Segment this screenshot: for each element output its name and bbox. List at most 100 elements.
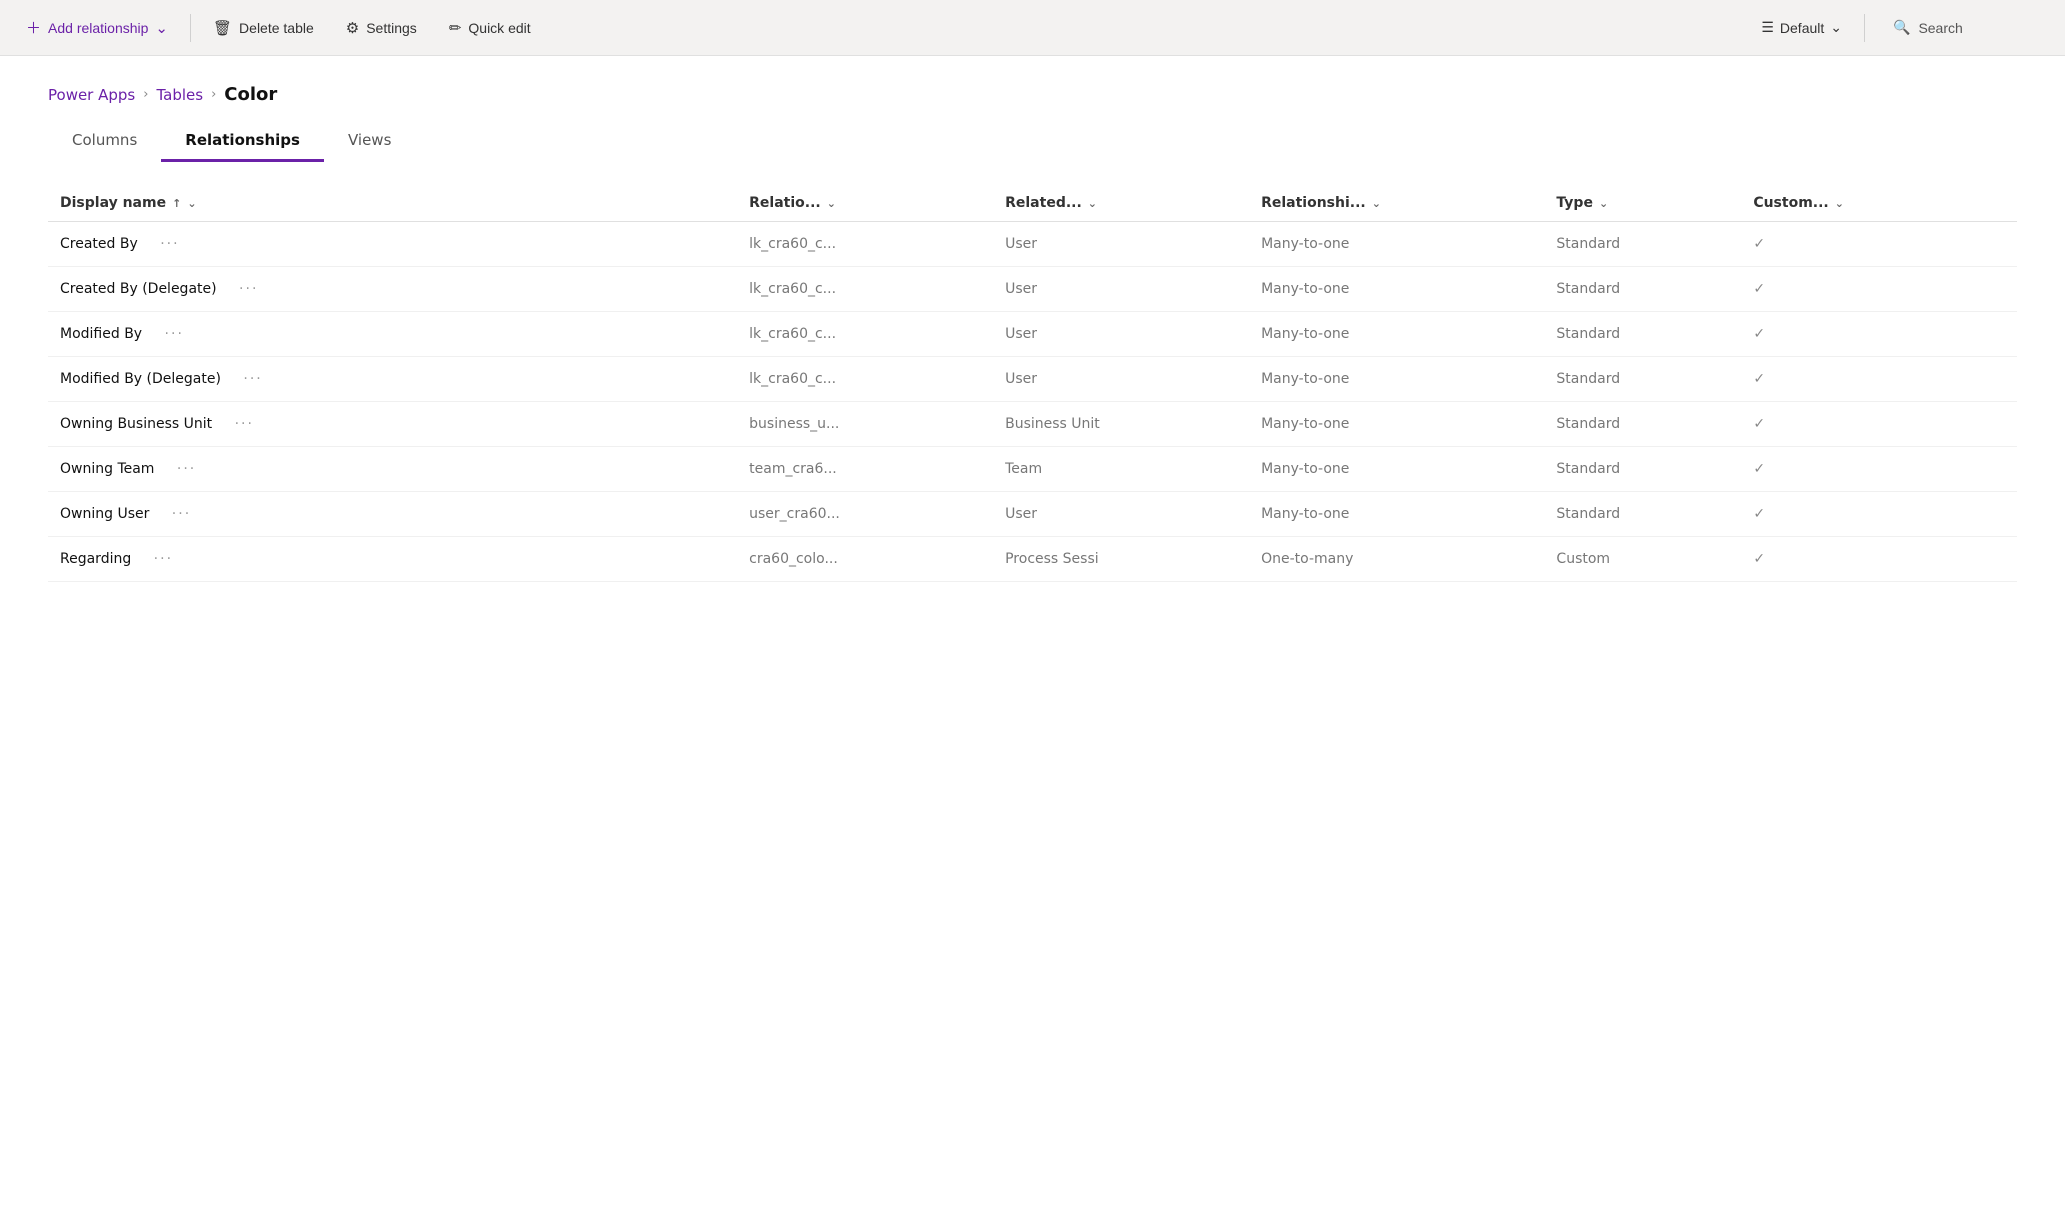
display-name-text: Created By xyxy=(60,236,138,252)
table-row[interactable]: Created By (Delegate) ··· lk_cra60_c...Us… xyxy=(48,267,2017,312)
add-relationship-label: Add relationship xyxy=(48,20,148,36)
table-container: Display name ↑ ⌄ Relatio... ⌄ Related...… xyxy=(0,185,2065,582)
search-icon: 🔍 xyxy=(1893,19,1910,36)
cell-custom: ✓ xyxy=(1741,312,2017,357)
cell-related: User xyxy=(993,312,1249,357)
cell-type: Standard xyxy=(1544,447,1741,492)
cell-relationship: Many-to-one xyxy=(1249,222,1544,267)
cell-relationship: Many-to-one xyxy=(1249,312,1544,357)
toolbar: ＋ Add relationship ⌄ 🗑 Delete table ⚙ Se… xyxy=(0,0,2065,56)
cell-type: Standard xyxy=(1544,267,1741,312)
breadcrumb-tables-link[interactable]: Tables xyxy=(156,86,203,104)
cell-custom: ✓ xyxy=(1741,492,2017,537)
col-relation-label: Relatio... xyxy=(749,195,821,211)
col-header-relation[interactable]: Relatio... ⌄ xyxy=(737,185,993,222)
table-row[interactable]: Owning User ···user_cra60...UserMany-to-… xyxy=(48,492,2017,537)
table-row[interactable]: Modified By ···lk_cra60_c...UserMany-to-… xyxy=(48,312,2017,357)
col-header-type[interactable]: Type ⌄ xyxy=(1544,185,1741,222)
pencil-icon: ✏ xyxy=(449,19,462,37)
table-row[interactable]: Owning Team ···team_cra6...TeamMany-to-o… xyxy=(48,447,2017,492)
cell-related: Team xyxy=(993,447,1249,492)
plus-icon: ＋ xyxy=(26,17,41,38)
cell-relationship: Many-to-one xyxy=(1249,447,1544,492)
cell-related: User xyxy=(993,267,1249,312)
cell-type: Standard xyxy=(1544,357,1741,402)
col-header-relationship[interactable]: Relationshi... ⌄ xyxy=(1249,185,1544,222)
default-chevron-icon: ⌄ xyxy=(1830,19,1842,36)
display-name-text: Created By (Delegate) xyxy=(60,281,217,297)
cell-type: Standard xyxy=(1544,402,1741,447)
cell-display-name: Owning User ··· xyxy=(48,492,737,537)
breadcrumb-powerapps-link[interactable]: Power Apps xyxy=(48,86,135,104)
row-ellipsis-button[interactable]: ··· xyxy=(154,236,180,252)
row-ellipsis-button[interactable]: ··· xyxy=(233,281,259,297)
add-relationship-button[interactable]: ＋ Add relationship ⌄ xyxy=(12,9,182,46)
col-relation-chevron-icon: ⌄ xyxy=(827,197,836,210)
row-ellipsis-button[interactable]: ··· xyxy=(147,551,173,567)
cell-display-name: Modified By ··· xyxy=(48,312,737,357)
table-header: Display name ↑ ⌄ Relatio... ⌄ Related...… xyxy=(48,185,2017,222)
cell-relationship: Many-to-one xyxy=(1249,357,1544,402)
display-name-text: Owning Team xyxy=(60,461,154,477)
col-custom-label: Custom... xyxy=(1753,195,1828,211)
display-name-text: Owning User xyxy=(60,506,149,522)
col-header-custom[interactable]: Custom... ⌄ xyxy=(1741,185,2017,222)
row-ellipsis-button[interactable]: ··· xyxy=(165,506,191,522)
cell-relation: lk_cra60_c... xyxy=(737,312,993,357)
quick-edit-button[interactable]: ✏ Quick edit xyxy=(435,11,545,45)
settings-button[interactable]: ⚙ Settings xyxy=(332,11,431,45)
table-row[interactable]: Created By ··· lk_cra60_c...UserMany-to-o… xyxy=(48,222,2017,267)
cell-related: Process Sessi xyxy=(993,537,1249,582)
row-ellipsis-button[interactable]: ··· xyxy=(228,416,254,432)
col-header-related[interactable]: Related... ⌄ xyxy=(993,185,1249,222)
cell-related: Business Unit xyxy=(993,402,1249,447)
tab-views[interactable]: Views xyxy=(324,121,415,162)
cell-custom: ✓ xyxy=(1741,537,2017,582)
sort-desc-icon: ⌄ xyxy=(187,197,196,210)
display-name-text: Modified By xyxy=(60,326,142,342)
cell-relationship: One-to-many xyxy=(1249,537,1544,582)
breadcrumb-current: Color xyxy=(224,84,277,105)
table-row[interactable]: Regarding ···cra60_colo...Process SessiO… xyxy=(48,537,2017,582)
cell-relationship: Many-to-one xyxy=(1249,267,1544,312)
settings-label: Settings xyxy=(366,20,417,36)
breadcrumb: Power Apps › Tables › Color xyxy=(0,56,2065,121)
cell-relation: cra60_colo... xyxy=(737,537,993,582)
delete-table-button[interactable]: 🗑 Delete table xyxy=(199,11,328,45)
row-ellipsis-button[interactable]: ··· xyxy=(170,461,196,477)
delete-table-label: Delete table xyxy=(239,20,314,36)
row-ellipsis-button[interactable]: ··· xyxy=(237,371,263,387)
col-header-display-name[interactable]: Display name ↑ ⌄ xyxy=(48,185,737,222)
display-name-text: Regarding xyxy=(60,551,131,567)
cell-related: User xyxy=(993,222,1249,267)
cell-type: Standard xyxy=(1544,222,1741,267)
cell-custom: ✓ xyxy=(1741,222,2017,267)
cell-relation: business_u... xyxy=(737,402,993,447)
default-view-button[interactable]: ☰ Default ⌄ xyxy=(1747,11,1856,44)
toolbar-divider-2 xyxy=(1864,14,1865,42)
gear-icon: ⚙ xyxy=(346,19,359,37)
col-type-chevron-icon: ⌄ xyxy=(1599,197,1608,210)
cell-display-name: Modified By (Delegate) ··· xyxy=(48,357,737,402)
search-button[interactable]: 🔍 Search xyxy=(1873,11,2053,44)
cell-relation: lk_cra60_c... xyxy=(737,267,993,312)
cell-relation: user_cra60... xyxy=(737,492,993,537)
quick-edit-label: Quick edit xyxy=(468,20,530,36)
table-row[interactable]: Modified By (Delegate) ···lk_cra60_c...U… xyxy=(48,357,2017,402)
row-ellipsis-button[interactable]: ··· xyxy=(158,326,184,342)
table-row[interactable]: Owning Business Unit ···business_u...Bus… xyxy=(48,402,2017,447)
cell-custom: ✓ xyxy=(1741,447,2017,492)
tab-columns[interactable]: Columns xyxy=(48,121,161,162)
cell-relationship: Many-to-one xyxy=(1249,492,1544,537)
search-label: Search xyxy=(1918,20,1962,36)
sort-asc-icon: ↑ xyxy=(172,197,181,210)
cell-relation: lk_cra60_c... xyxy=(737,222,993,267)
toolbar-right: ☰ Default ⌄ 🔍 Search xyxy=(1747,11,2053,44)
cell-display-name: Owning Team ··· xyxy=(48,447,737,492)
cell-display-name: Regarding ··· xyxy=(48,537,737,582)
cell-custom: ✓ xyxy=(1741,357,2017,402)
cell-related: User xyxy=(993,357,1249,402)
col-relationship-label: Relationshi... xyxy=(1261,195,1366,211)
tab-relationships[interactable]: Relationships xyxy=(161,121,324,162)
display-name-text: Modified By (Delegate) xyxy=(60,371,221,387)
